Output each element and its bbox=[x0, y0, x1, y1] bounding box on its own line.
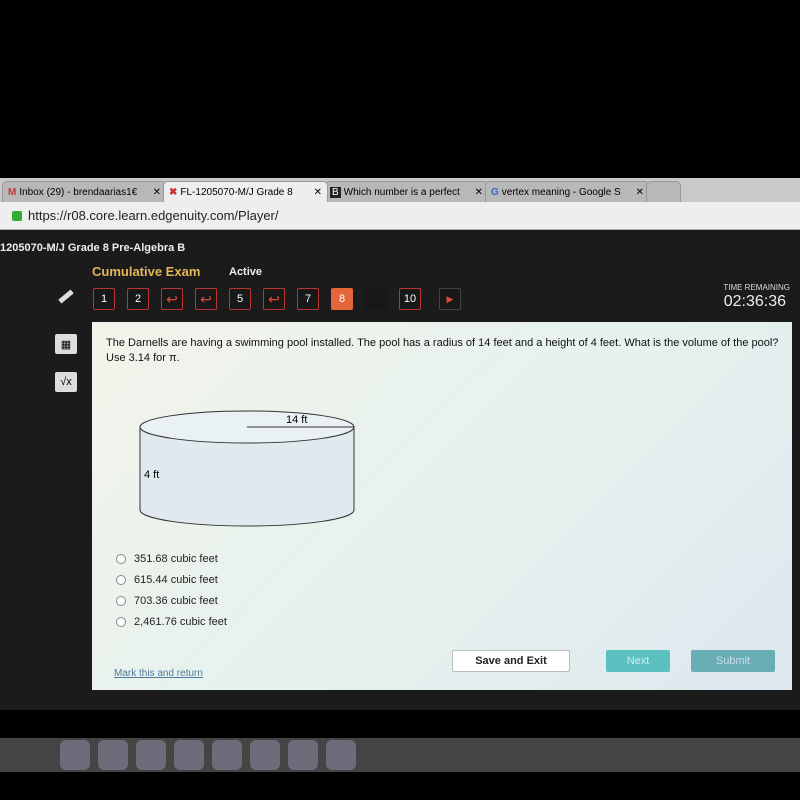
close-icon[interactable]: ✕ bbox=[314, 187, 322, 198]
question-button[interactable]: 5 bbox=[229, 288, 251, 310]
answer-option[interactable]: 351.68 cubic feet bbox=[116, 548, 227, 569]
formula-icon[interactable]: √x bbox=[55, 372, 77, 392]
question-button[interactable]: ↩ bbox=[161, 288, 183, 310]
app-icon[interactable] bbox=[60, 740, 90, 770]
close-icon[interactable]: ✕ bbox=[636, 187, 644, 198]
time-label: TIME REMAINING bbox=[723, 283, 790, 292]
exam-status: Active bbox=[229, 266, 263, 278]
google-icon: G bbox=[491, 186, 499, 198]
question-button[interactable]: ↩ bbox=[195, 288, 217, 310]
course-title: 1205070-M/J Grade 8 Pre-Algebra B bbox=[0, 242, 186, 254]
radio-button[interactable] bbox=[116, 616, 126, 627]
next-page-button[interactable]: ▶ bbox=[439, 288, 461, 310]
answer-option[interactable]: 2,461.76 cubic feet bbox=[116, 611, 227, 632]
close-icon[interactable]: ✕ bbox=[153, 187, 161, 198]
browser-tab[interactable]: B Which number is a perfect ✕ bbox=[324, 181, 489, 202]
question-text: The Darnells are having a swimming pool … bbox=[106, 337, 779, 364]
back-arrow-icon: ↩ bbox=[268, 290, 280, 307]
radio-button[interactable] bbox=[116, 574, 126, 585]
app-icon[interactable] bbox=[326, 740, 356, 770]
browser-tab[interactable]: M Inbox (29) - brendaarias1€ ✕ bbox=[2, 181, 167, 202]
gmail-icon: M bbox=[8, 186, 17, 198]
next-button[interactable]: Next bbox=[606, 650, 670, 672]
app-icon[interactable] bbox=[136, 740, 166, 770]
app-icon[interactable] bbox=[250, 740, 280, 770]
question-nav: 1 2 ↩ ↩ 5 ↩ 7 8 10 bbox=[93, 288, 421, 310]
app-icon[interactable] bbox=[212, 740, 242, 770]
app-icon[interactable] bbox=[288, 740, 318, 770]
pencil-icon[interactable] bbox=[58, 289, 74, 304]
height-label: 4 ft bbox=[144, 469, 159, 481]
address-bar[interactable]: https://r08.core.learn.edgenuity.com/Pla… bbox=[0, 202, 800, 230]
mark-and-return-link[interactable]: Mark this and return bbox=[114, 668, 203, 679]
close-icon[interactable]: ✕ bbox=[475, 187, 483, 198]
brainly-icon: B bbox=[330, 186, 341, 198]
exam-title: Cumulative Exam bbox=[92, 264, 201, 279]
time-remaining: 02:36:36 bbox=[723, 293, 786, 310]
tab-bar: M Inbox (29) - brendaarias1€ ✕ ✖ FL-1205070… bbox=[0, 178, 800, 202]
radio-button[interactable] bbox=[116, 595, 126, 606]
play-icon: ▶ bbox=[446, 293, 454, 304]
question-button[interactable]: 7 bbox=[297, 288, 319, 310]
dock bbox=[0, 738, 800, 772]
cylinder-diagram: 14 ft 4 ft bbox=[139, 410, 355, 527]
question-button[interactable]: ↩ bbox=[263, 288, 285, 310]
lock-icon bbox=[12, 210, 22, 221]
app-icon[interactable] bbox=[98, 740, 128, 770]
browser-tab[interactable]: ✖ FL-1205070-M/J Grade 8 ✕ bbox=[163, 181, 328, 202]
radius-label: 14 ft bbox=[286, 414, 307, 426]
save-and-exit-button[interactable]: Save and Exit bbox=[452, 650, 570, 672]
exam-player: 1205070-M/J Grade 8 Pre-Algebra B Cumula… bbox=[0, 230, 800, 710]
question-panel: The Darnells are having a swimming pool … bbox=[92, 322, 792, 690]
browser-tab[interactable]: Gvertex meaning - Google S ✕ bbox=[485, 181, 650, 202]
answer-options: 351.68 cubic feet 615.44 cubic feet 703.… bbox=[116, 548, 227, 632]
radio-button[interactable] bbox=[116, 553, 126, 564]
edgenuity-icon: ✖ bbox=[169, 186, 178, 198]
question-button[interactable] bbox=[365, 288, 387, 310]
calculator-icon[interactable]: ▦ bbox=[55, 334, 77, 354]
submit-button[interactable]: Submit bbox=[691, 650, 775, 672]
new-tab-button[interactable] bbox=[646, 181, 681, 202]
question-button[interactable]: 2 bbox=[127, 288, 149, 310]
answer-option[interactable]: 615.44 cubic feet bbox=[116, 569, 227, 590]
question-button[interactable]: 1 bbox=[93, 288, 115, 310]
back-arrow-icon: ↩ bbox=[200, 290, 212, 307]
app-icon[interactable] bbox=[174, 740, 204, 770]
question-button[interactable]: 10 bbox=[399, 288, 421, 310]
back-arrow-icon: ↩ bbox=[166, 290, 178, 307]
question-button[interactable]: 8 bbox=[331, 288, 353, 310]
answer-option[interactable]: 703.36 cubic feet bbox=[116, 590, 227, 611]
